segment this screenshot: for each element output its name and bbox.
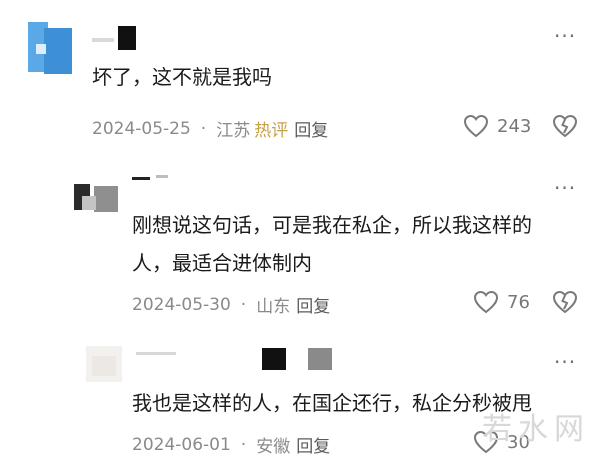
reply-button[interactable]: 回复 [294,116,328,141]
comment-text-line-1: 刚想说这句话，可是我在私企，所以我这样的 [132,213,532,237]
heart-outline-icon [473,290,499,314]
broken-heart-icon [552,114,578,138]
comment-text: 我也是这样的人，在国企还行，私企分秒被甩 [132,391,532,415]
meta-separator: · [240,434,247,455]
like-count: 76 [507,291,530,313]
comment-location: 安徽 [256,437,291,457]
username-redacted[interactable] [136,342,336,372]
comment-location: 江苏 [216,121,251,141]
comment-text: 坏了，这不就是我吗 [92,65,272,89]
like-button[interactable]: 243 [463,114,531,138]
more-dots-icon[interactable]: ··· [554,26,576,46]
like-count: 243 [497,115,532,137]
comment-2: ··· 刚想说这句话，可是我在私企，所以我这样的 人，最适合进体制内 2024-… [0,150,600,330]
meta-separator: · [240,294,247,315]
comment-1: ··· 坏了，这不就是我吗 2024-05-25 · 江苏 热评 回复 243 [0,0,600,150]
reply-button[interactable]: 回复 [296,292,330,317]
comment-date: 2024-06-01 [132,434,231,455]
username-redacted[interactable] [92,24,142,52]
comment-meta: 2024-05-30 · 山东 回复 [132,292,330,318]
username-redacted[interactable] [130,168,190,180]
heart-outline-icon [463,114,489,138]
like-button[interactable]: 76 [473,290,530,314]
hot-comment-badge: 热评 [254,121,289,141]
meta-separator: · [200,118,207,139]
avatar[interactable] [70,180,122,216]
comment-meta: 2024-06-01 · 安徽 回复 [132,432,330,457]
more-dots-icon[interactable]: ··· [554,352,576,372]
avatar[interactable] [82,342,126,386]
site-watermark: 若水网 [482,412,590,447]
comment-text-line-2: 人，最适合进体制内 [132,251,312,275]
more-dots-icon[interactable]: ··· [554,178,576,198]
comment-date: 2024-05-25 [92,118,191,139]
avatar[interactable] [22,14,74,76]
reply-button[interactable]: 回复 [296,432,330,457]
dislike-button[interactable] [552,290,578,318]
comment-location: 山东 [256,297,291,317]
comment-date: 2024-05-30 [132,294,231,315]
dislike-button[interactable] [552,114,578,142]
broken-heart-icon [552,290,578,314]
comment-meta: 2024-05-25 · 江苏 热评 回复 [92,116,328,142]
